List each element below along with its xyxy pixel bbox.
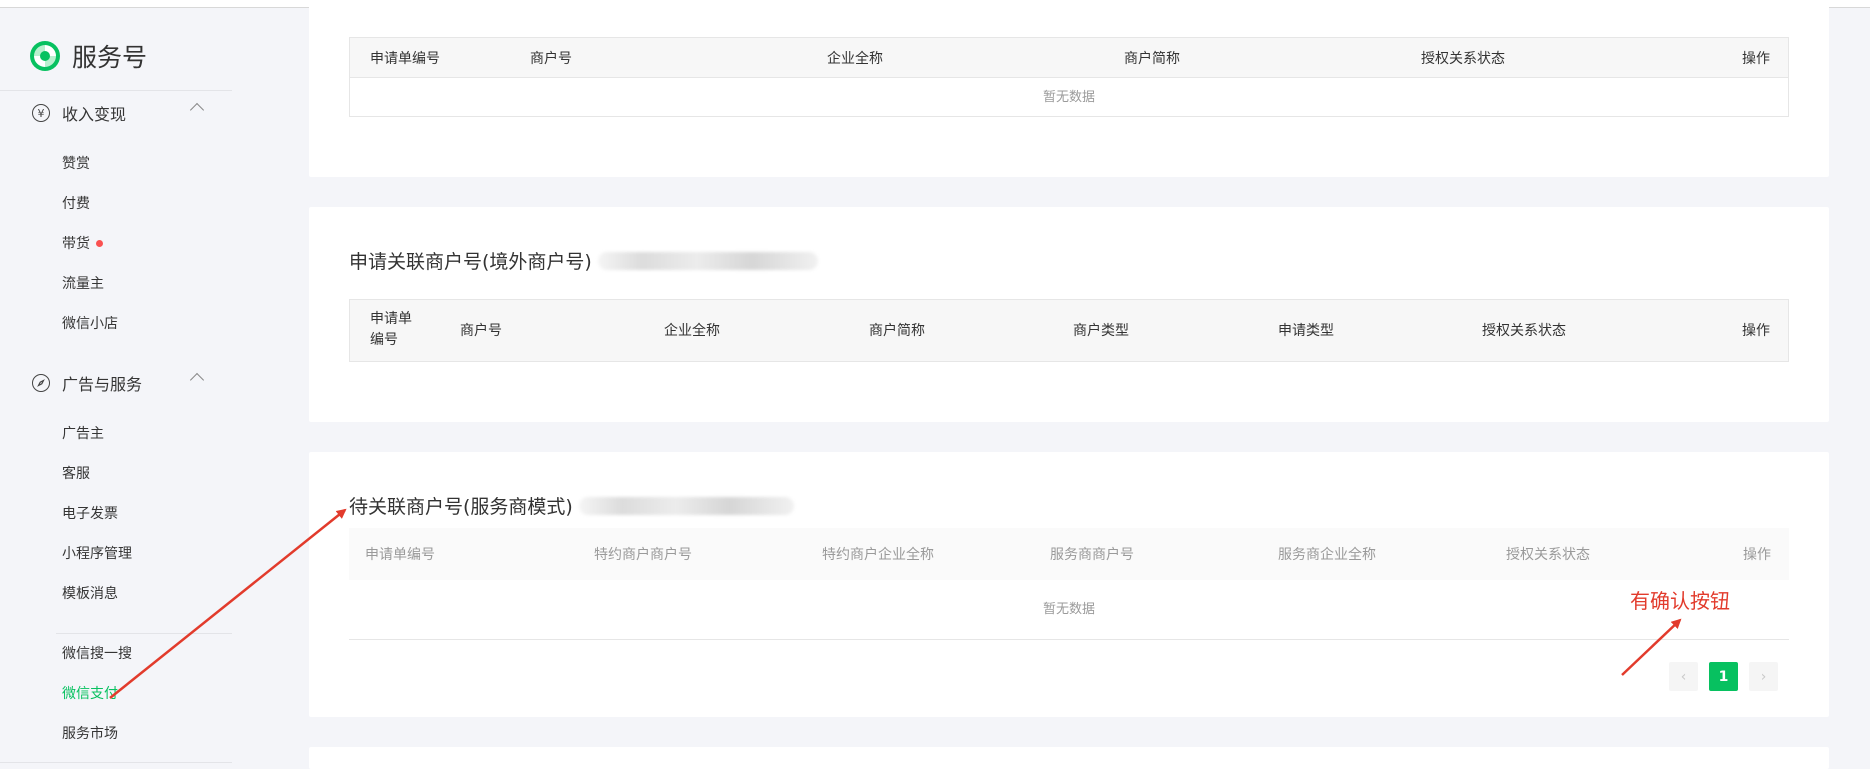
sidebar-item-sales[interactable]: 带货 bbox=[62, 233, 103, 255]
linked-merchant-panel: 申请单编号 商户号 企业全称 商户简称 授权关系状态 操作 暂无数据 bbox=[309, 0, 1829, 177]
compass-icon bbox=[32, 374, 50, 392]
notification-dot bbox=[96, 239, 103, 247]
sidebar-item-label: 带货 bbox=[62, 236, 90, 252]
section-title: 申请关联商户号(境外商户号) bbox=[349, 247, 818, 274]
wechat-service-logo-icon bbox=[28, 39, 62, 73]
col-sub-merchant-id: 特约商户商户号 bbox=[594, 547, 692, 563]
sidebar-group-label: 收入变现 bbox=[62, 105, 127, 124]
yen-icon: ¥ bbox=[32, 104, 50, 122]
chevron-up-icon bbox=[189, 102, 205, 118]
col-company-name: 企业全称 bbox=[827, 50, 883, 67]
col-line: 编号 bbox=[370, 332, 398, 348]
pending-merchant-panel: 待关联商户号(服务商模式) 申请单编号 特约商户商户号 特约商户企业全称 服务商… bbox=[309, 452, 1829, 717]
col-line: 申请单 bbox=[370, 311, 412, 327]
table-header: 申请单编号 商户号 企业全称 商户简称 授权关系状态 操作 bbox=[350, 38, 1788, 77]
app-title: 服务号 bbox=[72, 43, 148, 72]
sidebar-item-customer-service[interactable]: 客服 bbox=[62, 463, 90, 485]
col-merchant-id: 商户号 bbox=[530, 50, 572, 67]
sidebar: 服务号 ¥ 收入变现 赞赏 付费 带货 流量主 微信小店 广告与服务 广告主 客… bbox=[0, 8, 232, 769]
col-actions: 操作 bbox=[1742, 323, 1770, 339]
sidebar-item-e-invoice[interactable]: 电子发票 bbox=[62, 503, 118, 525]
col-merchant-type: 商户类型 bbox=[1073, 323, 1129, 339]
empty-state: 暂无数据 bbox=[349, 580, 1789, 640]
sidebar-item-mini-program[interactable]: 小程序管理 bbox=[62, 543, 132, 565]
redacted-account bbox=[578, 496, 794, 515]
sidebar-group-ads[interactable]: 广告与服务 bbox=[32, 370, 205, 396]
table-header: 申请单 编号 商户号 企业全称 商户简称 商户类型 申请类型 授权关系状态 操作 bbox=[350, 300, 1788, 361]
col-merchant-short: 商户简称 bbox=[1124, 50, 1180, 67]
sidebar-divider bbox=[0, 762, 232, 763]
overseas-merchant-table: 申请单 编号 商户号 企业全称 商户简称 商户类型 申请类型 授权关系状态 操作 bbox=[349, 299, 1789, 362]
section-title-text: 申请关联商户号(境外商户号) bbox=[349, 251, 592, 273]
sidebar-item-template-msg[interactable]: 模板消息 bbox=[62, 583, 118, 605]
empty-state: 暂无数据 bbox=[350, 77, 1788, 116]
sidebar-item-shop[interactable]: 微信小店 bbox=[62, 313, 118, 335]
table-header: 申请单编号 特约商户商户号 特约商户企业全称 服务商商户号 服务商企业全称 授权… bbox=[349, 528, 1789, 580]
col-application-no: 申请单编号 bbox=[370, 50, 440, 67]
pagination-page-1[interactable]: 1 bbox=[1709, 662, 1738, 691]
overseas-merchant-panel: 申请关联商户号(境外商户号) 申请单 编号 商户号 企业全称 商户简称 商户类型… bbox=[309, 207, 1829, 422]
sidebar-item-advertiser[interactable]: 广告主 bbox=[62, 423, 104, 445]
app-logo[interactable]: 服务号 bbox=[28, 38, 147, 74]
annotation-label: 有确认按钮 bbox=[1630, 589, 1730, 613]
pagination-next-button[interactable]: › bbox=[1749, 662, 1778, 691]
col-company-name: 企业全称 bbox=[664, 323, 720, 339]
sidebar-group-income[interactable]: ¥ 收入变现 bbox=[32, 100, 205, 126]
col-auth-status: 授权关系状态 bbox=[1506, 547, 1590, 563]
sidebar-item-wechat-pay[interactable]: 微信支付 bbox=[62, 683, 118, 705]
col-actions: 操作 bbox=[1743, 547, 1771, 563]
chevron-up-icon bbox=[189, 372, 205, 388]
sidebar-group-label: 广告与服务 bbox=[62, 375, 143, 394]
col-provider-company: 服务商企业全称 bbox=[1278, 547, 1376, 563]
sidebar-divider bbox=[0, 90, 232, 91]
sidebar-item-service-market[interactable]: 服务市场 bbox=[62, 723, 118, 745]
col-merchant-short: 商户简称 bbox=[869, 323, 925, 339]
col-actions: 操作 bbox=[1742, 50, 1770, 67]
col-application-no: 申请单编号 bbox=[365, 547, 435, 563]
col-application-no: 申请单 编号 bbox=[370, 309, 412, 351]
col-auth-status: 授权关系状态 bbox=[1421, 50, 1505, 67]
sidebar-item-reward[interactable]: 赞赏 bbox=[62, 153, 90, 175]
col-sub-merchant-name: 特约商户企业全称 bbox=[822, 547, 934, 563]
col-application-type: 申请类型 bbox=[1278, 323, 1334, 339]
col-auth-status: 授权关系状态 bbox=[1482, 323, 1566, 339]
col-provider-merchant-id: 服务商商户号 bbox=[1050, 547, 1134, 563]
linked-merchant-table: 申请单编号 商户号 企业全称 商户简称 授权关系状态 操作 暂无数据 bbox=[349, 37, 1789, 117]
next-panel bbox=[309, 747, 1829, 769]
col-merchant-id: 商户号 bbox=[460, 323, 502, 339]
sidebar-item-paid[interactable]: 付费 bbox=[62, 193, 90, 215]
sidebar-item-wechat-search[interactable]: 微信搜一搜 bbox=[62, 643, 132, 665]
section-title-text: 待关联商户号(服务商模式) bbox=[349, 496, 573, 518]
section-title: 待关联商户号(服务商模式) bbox=[349, 492, 794, 519]
sidebar-item-traffic[interactable]: 流量主 bbox=[62, 273, 104, 295]
sidebar-divider bbox=[56, 633, 232, 634]
redacted-account bbox=[597, 251, 818, 270]
pagination-prev-button[interactable]: ‹ bbox=[1669, 662, 1698, 691]
